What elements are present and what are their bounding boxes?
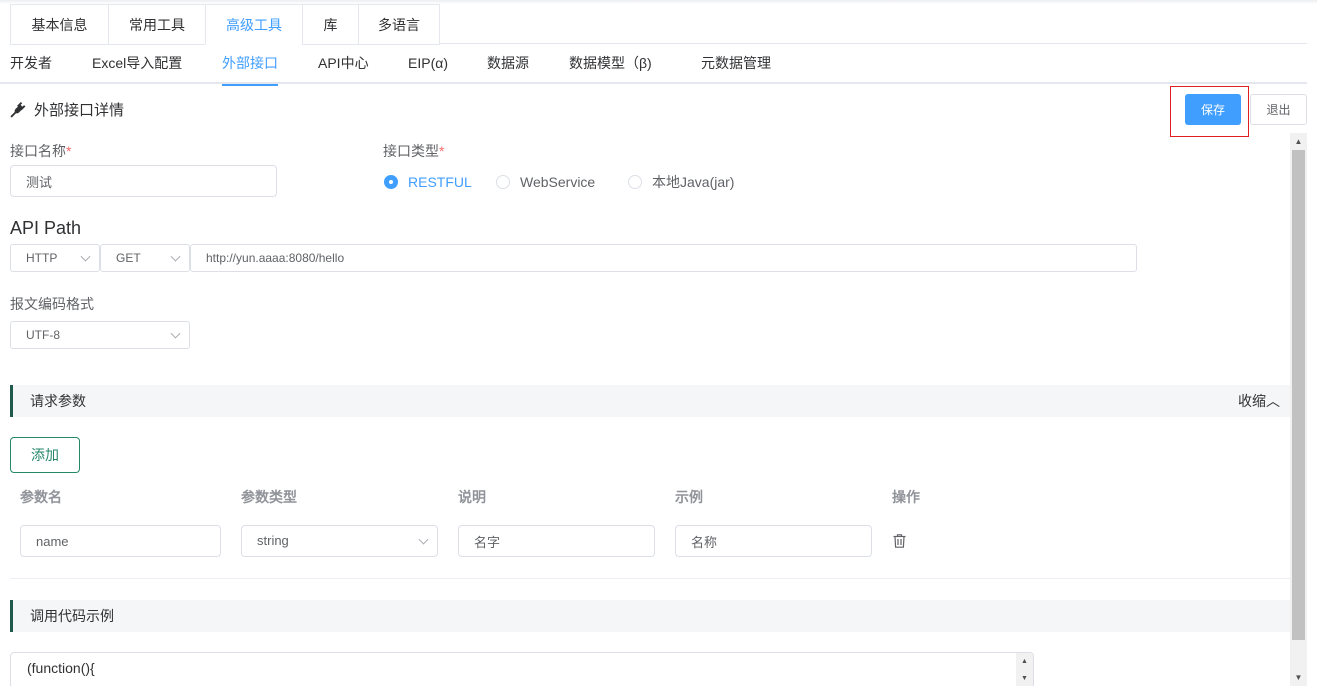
encoding-value: UTF-8	[26, 328, 60, 342]
param-type-value: string	[257, 533, 289, 548]
plug-icon	[10, 101, 26, 118]
interface-name-label-text: 接口名称	[10, 143, 66, 159]
scroll-up-icon[interactable]: ▲	[1290, 133, 1307, 150]
param-type-select[interactable]: string	[241, 525, 438, 557]
exit-button[interactable]: 退出	[1250, 94, 1307, 125]
code-textarea[interactable]: (function(){ ▲ ▼	[10, 652, 1034, 686]
encoding-label: 报文编码格式	[10, 296, 94, 312]
page-title-text: 外部接口详情	[34, 101, 125, 119]
code-example-title: 调用代码示例	[30, 608, 114, 624]
radio-webservice[interactable]: WebService	[496, 172, 595, 192]
scroll-down-icon[interactable]: ▼	[1016, 670, 1033, 686]
param-example-input[interactable]	[675, 525, 872, 557]
radio-dot	[384, 175, 398, 189]
protocol-value: HTTP	[26, 251, 58, 265]
interface-type-label-text: 接口类型	[383, 143, 439, 159]
collapse-toggle[interactable]: 收缩︿	[1238, 385, 1280, 417]
url-value: http://yun.aaaa:8080/hello	[206, 251, 345, 265]
request-params-title: 请求参数	[30, 393, 86, 409]
collapse-label: 收缩	[1238, 393, 1266, 409]
delete-icon[interactable]	[893, 534, 906, 548]
tab-common-tools[interactable]: 常用工具	[108, 5, 205, 45]
request-params-header: 请求参数 收缩︿	[10, 385, 1290, 417]
subtab-datasource[interactable]: 数据源	[487, 44, 529, 84]
page-title: 外部接口详情	[10, 98, 124, 120]
interface-type-label: 接口类型*	[383, 141, 444, 161]
tab-advanced-tools[interactable]: 高级工具	[205, 5, 302, 45]
chevron-down-icon	[418, 534, 429, 545]
chevron-down-icon	[170, 328, 181, 339]
code-scrollbar[interactable]: ▲ ▼	[1016, 653, 1033, 686]
col-param-type: 参数类型	[241, 489, 297, 505]
subtab-developer[interactable]: 开发者	[10, 44, 52, 84]
subtab-eip[interactable]: EIP(α)	[408, 44, 448, 84]
subtab-excel-import[interactable]: Excel导入配置	[92, 44, 182, 84]
api-path-title: API Path	[10, 218, 82, 238]
code-example-header: 调用代码示例	[10, 600, 1290, 632]
scroll-thumb[interactable]	[1292, 150, 1305, 640]
col-description: 说明	[458, 489, 486, 505]
tab-library[interactable]: 库	[302, 5, 358, 45]
col-param-name: 参数名	[20, 489, 62, 505]
interface-name-input[interactable]	[10, 165, 277, 197]
url-input[interactable]: http://yun.aaaa:8080/hello	[190, 244, 1137, 272]
method-select[interactable]: GET	[100, 244, 190, 272]
tab-multilanguage[interactable]: 多语言	[358, 5, 440, 45]
save-button[interactable]: 保存	[1185, 94, 1241, 125]
chevron-up-icon: ︿	[1266, 393, 1280, 409]
subtab-external-api[interactable]: 外部接口	[222, 44, 278, 86]
col-actions: 操作	[892, 489, 920, 505]
scroll-down-icon[interactable]: ▼	[1290, 669, 1307, 686]
chevron-down-icon	[80, 251, 91, 262]
top-tab-bar: 基本信息 常用工具 高级工具 库 多语言	[10, 4, 440, 45]
subtab-metadata[interactable]: 元数据管理	[701, 44, 771, 84]
add-param-button[interactable]: 添加	[10, 437, 80, 473]
radio-restful-label: RESTFUL	[408, 174, 472, 190]
scroll-up-icon[interactable]: ▲	[1016, 653, 1033, 670]
param-desc-input[interactable]	[458, 525, 655, 557]
col-example: 示例	[675, 489, 703, 505]
required-mark: *	[66, 143, 72, 159]
sub-tab-bar: 开发者 Excel导入配置 外部接口 API中心 EIP(α) 数据源 数据模型…	[0, 44, 1307, 86]
interface-name-label: 接口名称*	[10, 141, 71, 161]
radio-restful[interactable]: RESTFUL	[384, 172, 472, 192]
protocol-select[interactable]: HTTP	[10, 244, 100, 272]
radio-local-java-label: 本地Java(jar)	[652, 174, 735, 190]
subtab-api-center[interactable]: API中心	[318, 44, 369, 84]
radio-dot	[496, 175, 510, 189]
radio-local-java[interactable]: 本地Java(jar)	[628, 172, 734, 192]
page-scrollbar[interactable]: ▲ ▼	[1290, 133, 1307, 686]
radio-webservice-label: WebService	[520, 174, 596, 190]
chevron-down-icon	[170, 251, 181, 262]
code-text: (function(){	[27, 660, 95, 676]
subtab-data-model[interactable]: 数据模型（β)	[569, 44, 652, 84]
tab-basic-info[interactable]: 基本信息	[10, 5, 108, 45]
param-name-input[interactable]	[20, 525, 221, 557]
method-value: GET	[116, 251, 141, 265]
radio-dot	[628, 175, 642, 189]
required-mark: *	[439, 143, 445, 159]
encoding-select[interactable]: UTF-8	[10, 321, 190, 349]
table-row-divider	[10, 578, 1290, 579]
